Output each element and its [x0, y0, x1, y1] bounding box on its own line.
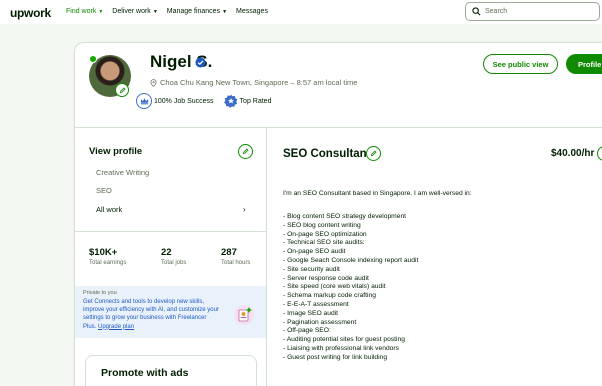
pencil-icon: [370, 150, 377, 157]
divider: [75, 231, 266, 232]
nav-find-work-label: Find work: [66, 8, 97, 15]
job-success-label: 100% Job Success: [154, 97, 214, 105]
overview-item: - Google Seach Console indexing report a…: [283, 256, 419, 264]
overview-item: - Pagination assessment: [283, 318, 357, 326]
see-public-view-button[interactable]: See public view: [483, 54, 558, 74]
view-profile-heading: View profile: [89, 146, 143, 157]
overview-item: - Image SEO audit: [283, 309, 339, 317]
promo-private-tag: Private to you: [83, 290, 117, 296]
chevron-right-icon: ›: [243, 205, 246, 214]
verified-badge-icon: [195, 57, 206, 68]
promo-illustration-icon: [234, 305, 254, 325]
stat-value: $10K+: [89, 247, 118, 258]
overview-intro: I'm an SEO Consultant based in Singapore…: [283, 190, 472, 197]
location-text: Choa Chu Kang New Town, Singapore – 8:57…: [160, 78, 358, 87]
nav-messages-label: Messages: [236, 8, 268, 15]
upwork-logo[interactable]: upwork: [10, 6, 51, 20]
stat-total-hours: 287 Total hours: [221, 247, 250, 266]
upgrade-plan-link[interactable]: Upgrade plan: [98, 324, 134, 330]
nav-find-work[interactable]: Find work ▼: [66, 8, 103, 15]
location-pin-icon: [150, 78, 157, 87]
overview-item: - Server response code audit: [283, 274, 369, 282]
chevron-down-icon: ▼: [98, 8, 104, 15]
stat-value: 287: [221, 247, 237, 258]
crown-icon: [136, 93, 152, 109]
stat-value: 22: [161, 247, 172, 258]
chevron-down-icon: ▼: [152, 8, 158, 15]
nav-deliver-work[interactable]: Deliver work ▼: [112, 8, 157, 15]
overview-item: - SEO blog content writing: [283, 221, 361, 229]
edit-title-button[interactable]: [366, 146, 381, 161]
profile-location: Choa Chu Kang New Town, Singapore – 8:57…: [150, 78, 357, 87]
edit-specializations-button[interactable]: [238, 144, 253, 159]
divider: [75, 127, 602, 128]
promo-text: Get Connects and tools to develop new sk…: [83, 298, 220, 331]
promote-with-ads-heading: Promote with ads: [101, 367, 189, 379]
promote-with-ads-card[interactable]: Promote with ads: [85, 355, 257, 386]
pencil-icon: [119, 86, 126, 93]
stat-label: Total jobs: [161, 260, 187, 266]
overview-item: - Blog content SEO strategy development: [283, 213, 407, 220]
stat-label: Total earnings: [89, 260, 127, 266]
profile-settings-button[interactable]: Profile s: [566, 54, 602, 74]
chevron-down-icon: ▼: [222, 8, 228, 15]
column-divider: [266, 127, 267, 386]
main-nav: Find work ▼ Deliver work ▼ Manage financ…: [66, 8, 268, 15]
overview-item: - Technical SEO site audits:: [283, 239, 365, 247]
hourly-rate: $40.00/hr: [551, 148, 595, 159]
stat-label: Total hours: [221, 260, 251, 266]
top-rated-badge[interactable]: Top Rated: [223, 94, 272, 108]
search-input[interactable]: Search: [465, 2, 600, 21]
top-rated-icon: [223, 94, 237, 108]
profile-badges: 100% Job Success Top Rated: [136, 93, 271, 109]
stat-total-earnings: $10K+ Total earnings: [89, 247, 126, 266]
edit-photo-button[interactable]: [115, 83, 129, 97]
top-rated-label: Top Rated: [239, 97, 272, 105]
top-navigation-bar: upwork Find work ▼ Deliver work ▼ Manage…: [0, 0, 602, 24]
profile-title: SEO Consultant: [283, 148, 371, 160]
avatar-container: [89, 55, 131, 97]
search-placeholder: Search: [485, 8, 508, 15]
overview-item: - Off-page SEO:: [283, 327, 331, 335]
freelancer-plus-promo: Private to you Get Connects and tools to…: [75, 286, 266, 338]
overview-item: - Auditing potential sites for guest pos…: [283, 336, 405, 344]
online-status-dot: [89, 55, 97, 63]
nav-manage-finances-label: Manage finances: [166, 8, 221, 15]
overview-item: - Site security audit: [283, 265, 340, 273]
overview-item: - Guest post writing for link building: [283, 353, 388, 361]
specialization-creative-writing[interactable]: Creative Writing: [96, 168, 149, 177]
overview-item: - Liaising with professional link vendor…: [283, 344, 399, 352]
overview-item: - On-page SEO optimization: [283, 230, 367, 238]
overview-list: - Blog content SEO strategy development …: [283, 213, 418, 363]
specialization-all-work[interactable]: All work: [96, 205, 122, 214]
overview-item: - Site speed (core web vitals) audit: [283, 283, 386, 291]
nav-messages[interactable]: Messages: [236, 8, 268, 15]
nav-manage-finances[interactable]: Manage finances ▼: [167, 8, 227, 15]
pencil-icon: [242, 148, 249, 155]
overview-item: - On-page SEO audit: [283, 248, 346, 256]
search-icon: [472, 7, 481, 16]
specialization-seo[interactable]: SEO: [96, 186, 112, 195]
stat-total-jobs: 22 Total jobs: [161, 247, 186, 266]
overview-item: - E-E-A-T assessment: [283, 300, 349, 308]
nav-deliver-work-label: Deliver work: [112, 8, 151, 15]
job-success-badge[interactable]: 100% Job Success: [136, 93, 214, 109]
overview-item: - Schema markup code crafting: [283, 292, 376, 300]
